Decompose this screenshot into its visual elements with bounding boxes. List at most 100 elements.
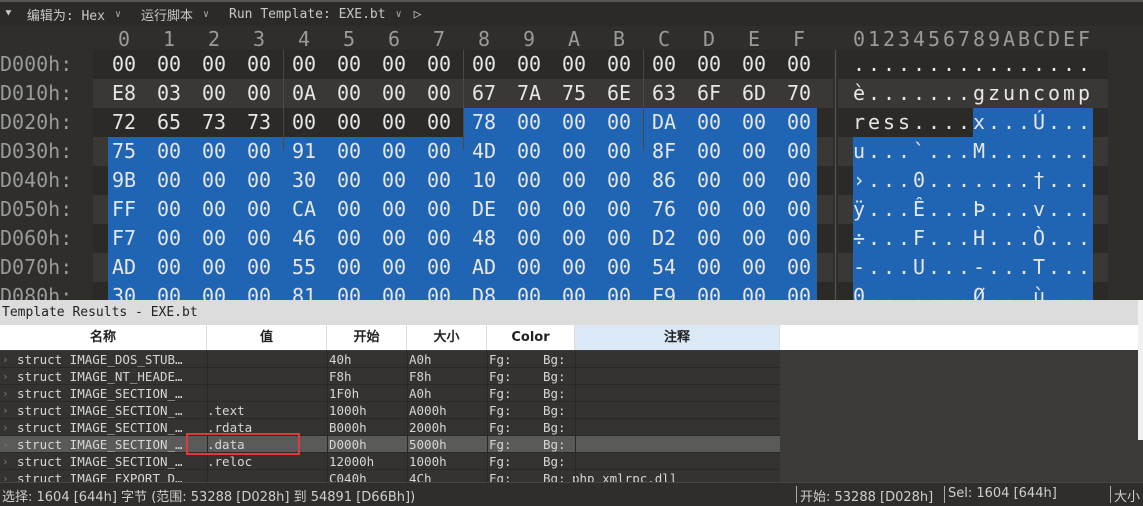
hex-byte[interactable]: 30 [287,168,321,192]
hex-byte[interactable]: 86 [647,168,681,192]
hex-byte[interactable]: 00 [242,197,276,221]
table-row[interactable]: › struct IMAGE_EXPORT_D… C040h 4Ch Fg: Bg: php… [0,470,780,482]
hex-byte[interactable]: 00 [737,139,771,163]
ascii-text[interactable]: ÷...F...H...Ò... [853,226,1093,250]
hex-byte[interactable]: 00 [557,197,591,221]
hex-byte[interactable]: 00 [197,52,231,76]
table-row[interactable]: › struct IMAGE_SECTION_… .text 1000h A000h Fg… [0,402,780,419]
hex-byte[interactable]: F9 [647,284,681,300]
hex-byte[interactable]: 00 [782,139,816,163]
hex-byte[interactable]: 00 [242,168,276,192]
hex-byte[interactable]: 00 [692,52,726,76]
hex-byte[interactable]: 67 [467,81,501,105]
run-template-dropdown[interactable]: Run Template: EXE.bt ∨ ▷ [229,7,427,22]
hex-byte[interactable]: 48 [467,226,501,250]
hex-byte[interactable]: 00 [512,284,546,300]
hex-byte[interactable]: 76 [647,197,681,221]
hex-byte[interactable]: 30 [107,284,141,300]
hex-byte[interactable]: 6E [602,81,636,105]
hex-byte[interactable]: D8 [467,284,501,300]
hex-byte[interactable]: 00 [602,197,636,221]
hex-byte[interactable]: 00 [377,197,411,221]
hex-byte[interactable]: 00 [737,226,771,250]
ascii-text[interactable]: ÿ...Ê...Þ...v... [853,197,1093,221]
hex-byte[interactable]: 00 [467,52,501,76]
hex-byte[interactable]: 00 [422,197,456,221]
hex-byte[interactable]: 70 [782,81,816,105]
hex-byte[interactable]: 00 [782,168,816,192]
hex-byte[interactable]: 00 [557,168,591,192]
hex-byte[interactable]: 00 [332,52,366,76]
expand-arrow-icon[interactable]: › [2,385,9,402]
hex-byte[interactable]: E8 [107,81,141,105]
hex-byte[interactable]: 00 [332,255,366,279]
hex-byte[interactable]: 54 [647,255,681,279]
expand-arrow-icon[interactable]: › [2,453,9,470]
hex-byte[interactable]: 00 [422,168,456,192]
hex-byte[interactable]: F7 [107,226,141,250]
hex-byte[interactable]: 00 [377,110,411,134]
hex-byte[interactable]: 00 [557,284,591,300]
hex-byte[interactable]: 00 [287,52,321,76]
hex-byte[interactable]: 8F [647,139,681,163]
table-row[interactable]: › struct IMAGE_NT_HEADE… F8h F8h Fg: Bg: [0,368,780,385]
hex-byte[interactable]: 00 [332,284,366,300]
hex-byte[interactable]: 00 [557,255,591,279]
hex-byte[interactable]: 00 [692,255,726,279]
hex-byte[interactable]: 6D [737,81,771,105]
hex-byte[interactable]: 00 [152,52,186,76]
hex-byte[interactable]: 00 [242,284,276,300]
hex-byte[interactable]: 78 [467,110,501,134]
hex-byte[interactable]: 00 [377,284,411,300]
hex-byte[interactable]: 00 [422,139,456,163]
hex-byte[interactable]: 00 [197,197,231,221]
edit-as-dropdown[interactable]: 编辑为: Hex ∨ [27,5,127,24]
hex-byte[interactable]: 00 [197,168,231,192]
hex-byte[interactable]: 63 [647,81,681,105]
hex-byte[interactable]: 00 [377,139,411,163]
table-row[interactable]: › struct IMAGE_SECTION_… .reloc 12000h 1000h… [0,453,780,470]
hex-byte[interactable]: 7A [512,81,546,105]
hex-byte[interactable]: 0A [287,81,321,105]
hex-byte[interactable]: 00 [512,110,546,134]
hex-byte[interactable]: 00 [422,81,456,105]
hex-byte[interactable]: 00 [782,226,816,250]
hex-byte[interactable]: FF [107,197,141,221]
hex-byte[interactable]: 00 [602,284,636,300]
hex-byte[interactable]: 00 [332,226,366,250]
hex-byte[interactable]: 00 [782,284,816,300]
hex-byte[interactable]: 00 [152,255,186,279]
hex-byte[interactable]: 75 [107,139,141,163]
ascii-text[interactable]: -...U...-...T... [853,255,1093,279]
hex-byte[interactable]: 00 [512,52,546,76]
hex-byte[interactable]: 00 [152,226,186,250]
hex-byte[interactable]: 10 [467,168,501,192]
hex-byte[interactable]: 00 [692,110,726,134]
hex-byte[interactable]: 00 [242,255,276,279]
hex-byte[interactable]: 00 [737,168,771,192]
hex-editor[interactable]: D000h: 00 00 00 00 00 00 00 00 00 00 00 00 00 00 00 00..… [0,50,1143,300]
table-row[interactable]: › struct IMAGE_SECTION_… .rdata B000h 2000h F… [0,419,780,436]
hex-byte[interactable]: AD [467,255,501,279]
hex-byte[interactable]: 00 [422,110,456,134]
hex-byte[interactable]: 00 [332,139,366,163]
hex-byte[interactable]: 00 [782,197,816,221]
hex-byte[interactable]: 00 [242,81,276,105]
hex-byte[interactable]: 00 [107,52,141,76]
hex-byte[interactable]: 00 [242,52,276,76]
expand-arrow-icon[interactable]: › [2,419,9,436]
hex-byte[interactable]: 00 [602,110,636,134]
hex-byte[interactable]: 4D [467,139,501,163]
column-header-2[interactable]: 开始 [327,325,407,350]
hex-byte[interactable]: 00 [692,197,726,221]
hex-byte[interactable]: 00 [197,284,231,300]
hex-byte[interactable]: CA [287,197,321,221]
column-header-3[interactable]: 大小 [407,325,487,350]
hex-byte[interactable]: 00 [557,110,591,134]
hex-byte[interactable]: 00 [737,197,771,221]
hex-byte[interactable]: 72 [107,110,141,134]
hex-byte[interactable]: 00 [602,168,636,192]
column-header-5[interactable]: 注释 [575,325,780,350]
ascii-text[interactable]: ›...0.......†... [853,168,1093,192]
hex-byte[interactable]: 00 [332,110,366,134]
